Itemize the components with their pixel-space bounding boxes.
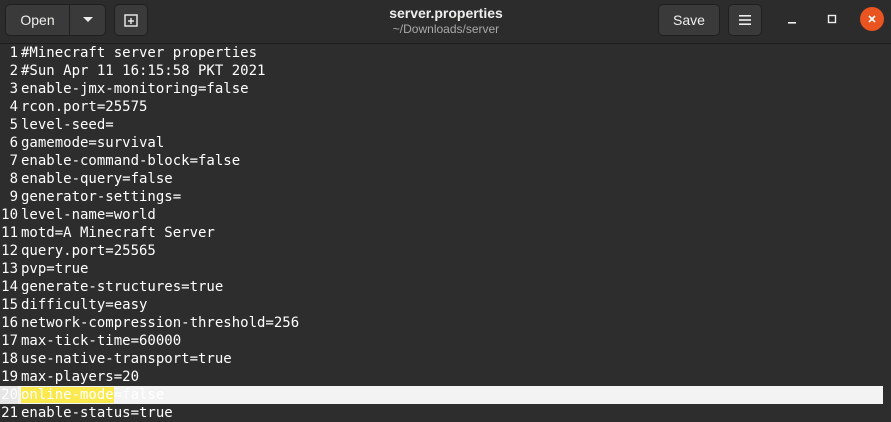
line-text[interactable]: enable-query=false bbox=[18, 170, 173, 188]
current-line[interactable]: 20 online-mode=false bbox=[0, 386, 883, 404]
line-text[interactable]: enable-status=true bbox=[18, 404, 173, 422]
line-text[interactable]: rcon.port=25575 bbox=[18, 98, 147, 116]
line-number: 10 bbox=[1, 207, 18, 223]
line-number: 14 bbox=[1, 279, 18, 295]
save-button[interactable]: Save bbox=[658, 4, 720, 36]
line-text[interactable]: generate-structures=true bbox=[18, 278, 223, 296]
title-area: server.properties ~/Downloads/server bbox=[300, 4, 592, 37]
line-text[interactable]: enable-jmx-monitoring=false bbox=[18, 80, 249, 98]
search-match-highlight[interactable]: online-mode bbox=[21, 387, 114, 403]
line-text[interactable]: online-mode=false bbox=[18, 386, 164, 404]
save-label: Save bbox=[673, 12, 705, 28]
code-line[interactable]: 16 network-compression-threshold=256 bbox=[0, 314, 891, 332]
close-button[interactable] bbox=[860, 7, 884, 31]
line-number: 15 bbox=[1, 297, 18, 313]
text-editor-area[interactable]: 1 #Minecraft server properties 2 #Sun Apr 1… bbox=[0, 44, 891, 422]
chevron-down-icon bbox=[82, 17, 93, 22]
line-text[interactable]: network-compression-threshold=256 bbox=[18, 314, 299, 332]
line-number: 16 bbox=[1, 315, 18, 331]
code-line[interactable]: 9 generator-settings= bbox=[0, 188, 891, 206]
code-line[interactable]: 21 enable-status=true bbox=[0, 404, 891, 422]
line-number: 18 bbox=[1, 351, 18, 367]
code-line[interactable]: 15 difficulty=easy bbox=[0, 296, 891, 314]
code-line[interactable]: 10 level-name=world bbox=[0, 206, 891, 224]
minimize-button[interactable] bbox=[780, 7, 804, 31]
line-text[interactable]: query.port=25565 bbox=[18, 242, 156, 260]
code-line[interactable]: 3 enable-jmx-monitoring=false bbox=[0, 80, 891, 98]
open-label: Open bbox=[20, 12, 55, 28]
line-number: 5 bbox=[9, 117, 18, 133]
line-text-rest[interactable]: =false bbox=[114, 387, 165, 403]
code-line[interactable]: 18 use-native-transport=true bbox=[0, 350, 891, 368]
line-number: 8 bbox=[9, 171, 18, 187]
line-number: 3 bbox=[9, 81, 18, 97]
code-line[interactable]: 17 max-tick-time=60000 bbox=[0, 332, 891, 350]
line-text[interactable]: use-native-transport=true bbox=[18, 350, 232, 368]
line-text[interactable]: #Minecraft server properties bbox=[18, 44, 257, 62]
window-title: server.properties bbox=[389, 5, 503, 21]
line-number: 19 bbox=[1, 369, 18, 385]
line-number: 9 bbox=[9, 189, 18, 205]
line-text[interactable]: enable-command-block=false bbox=[18, 152, 240, 170]
code-line[interactable]: 8 enable-query=false bbox=[0, 170, 891, 188]
line-number: 6 bbox=[9, 135, 18, 151]
new-document-button[interactable] bbox=[114, 4, 148, 36]
window-subtitle: ~/Downloads/server bbox=[392, 22, 500, 36]
line-text[interactable]: level-name=world bbox=[18, 206, 156, 224]
open-button[interactable]: Open bbox=[5, 4, 70, 36]
line-number: 7 bbox=[9, 153, 18, 169]
new-tab-icon bbox=[124, 14, 138, 27]
line-text[interactable]: level-seed= bbox=[18, 116, 114, 134]
open-menu-button[interactable] bbox=[69, 4, 106, 36]
code-line[interactable]: 1 #Minecraft server properties bbox=[0, 44, 891, 62]
line-text[interactable]: generator-settings= bbox=[18, 188, 181, 206]
header-bar: Open server.properties ~/Downloads/serve… bbox=[0, 0, 891, 44]
code-line[interactable]: 2 #Sun Apr 11 16:15:58 PKT 2021 bbox=[0, 62, 891, 80]
code-line[interactable]: 4 rcon.port=25575 bbox=[0, 98, 891, 116]
line-number: 12 bbox=[1, 243, 18, 259]
text-editor-window: Open server.properties ~/Downloads/serve… bbox=[0, 0, 891, 422]
maximize-icon bbox=[827, 14, 837, 24]
code-line[interactable]: 13 pvp=true bbox=[0, 260, 891, 278]
line-text[interactable]: max-players=20 bbox=[18, 368, 139, 386]
line-number: 17 bbox=[1, 333, 18, 349]
code-line[interactable]: 5 level-seed= bbox=[0, 116, 891, 134]
maximize-button[interactable] bbox=[820, 7, 844, 31]
line-text[interactable]: gamemode=survival bbox=[18, 134, 164, 152]
line-text[interactable]: difficulty=easy bbox=[18, 296, 147, 314]
line-number: 11 bbox=[1, 225, 18, 241]
line-number: 2 bbox=[9, 63, 18, 79]
line-number: 13 bbox=[1, 261, 18, 277]
line-text[interactable]: max-tick-time=60000 bbox=[18, 332, 181, 350]
hamburger-menu-icon bbox=[739, 15, 751, 25]
code-line[interactable]: 19 max-players=20 bbox=[0, 368, 891, 386]
code-line[interactable]: 6 gamemode=survival bbox=[0, 134, 891, 152]
code-line[interactable]: 7 enable-command-block=false bbox=[0, 152, 891, 170]
code-line[interactable]: 11 motd=A Minecraft Server bbox=[0, 224, 891, 242]
close-icon bbox=[868, 15, 876, 23]
line-text[interactable]: motd=A Minecraft Server bbox=[18, 224, 215, 242]
line-text[interactable]: pvp=true bbox=[18, 260, 88, 278]
line-number: 20 bbox=[0, 386, 18, 404]
line-number: 4 bbox=[9, 99, 18, 115]
minimize-icon bbox=[788, 22, 796, 24]
line-number: 1 bbox=[9, 45, 18, 61]
line-number: 21 bbox=[1, 405, 18, 421]
code-line[interactable]: 12 query.port=25565 bbox=[0, 242, 891, 260]
line-text[interactable]: #Sun Apr 11 16:15:58 PKT 2021 bbox=[18, 62, 265, 80]
menu-button[interactable] bbox=[728, 4, 762, 36]
code-line[interactable]: 14 generate-structures=true bbox=[0, 278, 891, 296]
